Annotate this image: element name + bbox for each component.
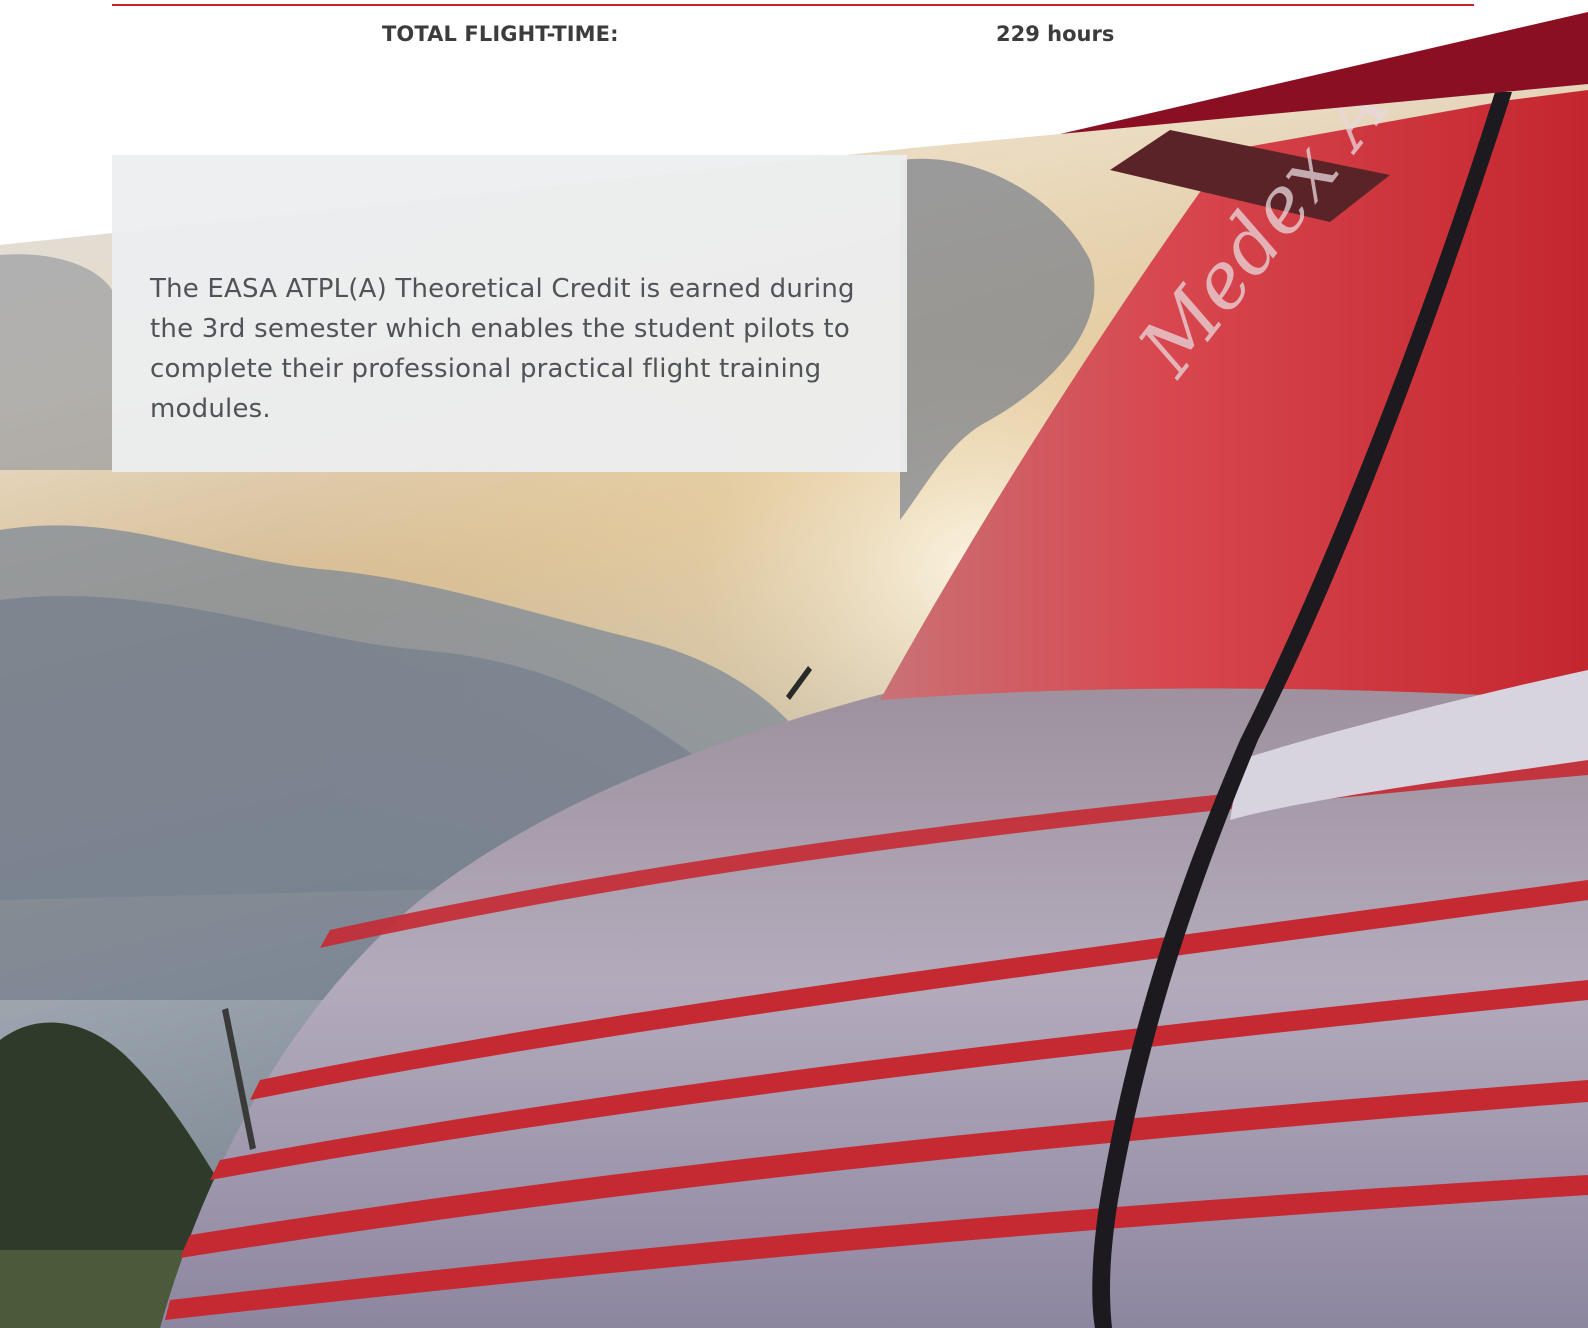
- top-divider: [112, 4, 1474, 6]
- page: Medex Air TOTAL FLIGHT-TIME: 229 hours T…: [0, 0, 1588, 1328]
- total-flight-time-label: TOTAL FLIGHT-TIME:: [382, 22, 619, 46]
- intro-card: The EASA ATPL(A) Theoretical Credit is e…: [112, 155, 907, 472]
- intro-text: The EASA ATPL(A) Theoretical Credit is e…: [150, 274, 855, 424]
- flight-time-row: TOTAL FLIGHT-TIME: 229 hours: [0, 20, 1588, 54]
- total-flight-time-value: 229 hours: [996, 22, 1115, 46]
